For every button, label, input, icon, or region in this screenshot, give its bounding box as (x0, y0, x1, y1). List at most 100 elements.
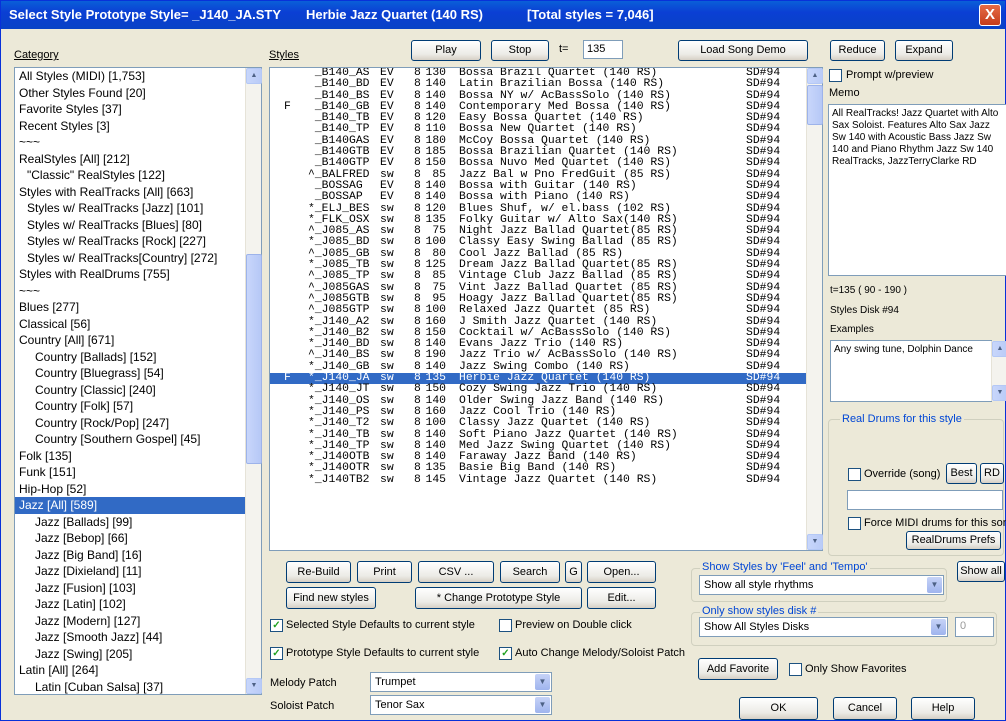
chevron-down-icon[interactable]: ▼ (927, 577, 942, 593)
rebuild-button[interactable]: Re-Build (286, 561, 351, 583)
open-button[interactable]: Open... (587, 561, 656, 583)
proto-defaults-checkbox[interactable]: ✓ (270, 647, 283, 660)
styles-list[interactable]: _B140_AS EV 8 130 Bossa Brazil Quartet (140 … (269, 67, 823, 551)
help-button[interactable]: Help (911, 697, 975, 720)
style-row[interactable]: _BOSSAP EV 8 140 Bossa with Piano (140 RS) SD… (270, 191, 822, 203)
style-row[interactable]: *_J140TB2 sw 8 145 Vintage Jazz Quartet (140… (270, 474, 822, 486)
style-row[interactable]: _B140_BD EV 8 140 Latin Brazilian Bossa (140… (270, 78, 822, 90)
category-item[interactable]: Classical [56] (15, 316, 261, 333)
category-item[interactable]: All Styles (MIDI) [1,753] (15, 68, 261, 85)
chevron-down-icon[interactable]: ▼ (931, 619, 946, 635)
styles-scrollbar[interactable]: ▲ ▼ (806, 68, 823, 550)
category-item[interactable]: Recent Styles [3] (15, 118, 261, 135)
category-item[interactable]: Folk [135] (15, 448, 261, 465)
category-list[interactable]: All Styles (MIDI) [1,753] Other Styles Fo… (14, 67, 262, 695)
examples-scrollbar[interactable]: ▲ ▼ (991, 341, 1006, 401)
category-item[interactable]: Jazz [Fusion] [103] (15, 580, 261, 597)
prompt-preview-checkbox[interactable] (829, 69, 842, 82)
melody-patch-select[interactable]: Trumpet ▼ (370, 672, 552, 692)
feel-tempo-select[interactable]: Show all style rhythms ▼ (699, 575, 944, 595)
close-button[interactable]: X (979, 4, 1001, 26)
category-item[interactable]: Styles w/ RealTracks [Blues] [80] (15, 217, 261, 234)
category-item[interactable]: "Classic" RealStyles [122] (15, 167, 261, 184)
category-item[interactable]: Country [Bluegrass] [54] (15, 365, 261, 382)
show-all-button[interactable]: Show all (957, 561, 1005, 582)
scroll-down-icon[interactable]: ▼ (246, 678, 262, 694)
style-row[interactable]: *_J140_JT sw 8 150 Cozy Swing Jazz Trio (140… (270, 383, 822, 395)
category-item[interactable]: Jazz [All] [589] (15, 497, 261, 514)
category-item[interactable]: Styles with RealTracks [All] [663] (15, 184, 261, 201)
g-button[interactable]: G (565, 561, 582, 583)
category-item[interactable]: Jazz [Latin] [102] (15, 596, 261, 613)
drums-name-field[interactable] (847, 490, 1003, 510)
category-item[interactable]: Funk [151] (15, 464, 261, 481)
csv-button[interactable]: CSV ... (418, 561, 494, 583)
print-button[interactable]: Print (357, 561, 412, 583)
category-item[interactable]: Styles w/ RealTracks[Country] [272] (15, 250, 261, 267)
cancel-button[interactable]: Cancel (833, 697, 897, 720)
category-item[interactable]: RealStyles [All] [212] (15, 151, 261, 168)
scroll-thumb[interactable] (807, 85, 823, 125)
only-favorites-checkbox[interactable] (789, 663, 802, 676)
category-item[interactable]: Jazz [Smooth Jazz] [44] (15, 629, 261, 646)
change-prototype-button[interactable]: * Change Prototype Style (415, 587, 582, 609)
style-row[interactable]: ^_J085GTP sw 8 100 Relaxed Jazz Quartet (85 … (270, 304, 822, 316)
chevron-down-icon[interactable]: ▼ (535, 697, 550, 713)
style-row[interactable]: *_J140OTR sw 8 135 Basie Big Band (140 RS) SD… (270, 463, 822, 475)
category-item[interactable]: Jazz [Dixieland] [11] (15, 563, 261, 580)
auto-change-checkbox[interactable]: ✓ (499, 647, 512, 660)
category-item[interactable]: Country [All] [671] (15, 332, 261, 349)
expand-button[interactable]: Expand (895, 40, 953, 61)
chevron-down-icon[interactable]: ▼ (535, 674, 550, 690)
category-item[interactable]: Country [Rock/Pop] [247] (15, 415, 261, 432)
category-item[interactable]: Hip-Hop [52] (15, 481, 261, 498)
scroll-up-icon[interactable]: ▲ (992, 341, 1006, 357)
category-item[interactable]: ~~~ (15, 134, 261, 151)
tempo-input[interactable]: 135 (583, 40, 623, 59)
override-checkbox[interactable] (848, 468, 861, 481)
best-button[interactable]: Best (946, 463, 977, 484)
category-item[interactable]: Jazz [Bebop] [66] (15, 530, 261, 547)
rd-button[interactable]: RD (980, 463, 1004, 484)
category-item[interactable]: Favorite Styles [37] (15, 101, 261, 118)
style-row[interactable]: *_J140_T2 sw 8 100 Classy Jazz Quartet (140 … (270, 417, 822, 429)
scroll-up-icon[interactable]: ▲ (807, 68, 823, 84)
category-item[interactable]: Country [Folk] [57] (15, 398, 261, 415)
force-midi-checkbox[interactable] (848, 517, 861, 530)
realdrums-prefs-button[interactable]: RealDrums Prefs (906, 531, 1001, 550)
stop-button[interactable]: Stop (491, 40, 549, 61)
category-item[interactable]: Other Styles Found [20] (15, 85, 261, 102)
find-new-styles-button[interactable]: Find new styles (286, 587, 376, 609)
category-item[interactable]: ~~~ (15, 283, 261, 300)
scroll-down-icon[interactable]: ▼ (807, 534, 823, 550)
category-item[interactable]: Country [Southern Gospel] [45] (15, 431, 261, 448)
edit-button[interactable]: Edit... (587, 587, 656, 609)
ok-button[interactable]: OK (739, 697, 818, 720)
category-item[interactable]: Jazz [Swing] [205] (15, 646, 261, 663)
category-item[interactable]: Styles with RealDrums [755] (15, 266, 261, 283)
category-item[interactable]: Latin [Cuban Salsa] [37] (15, 679, 261, 695)
category-item[interactable]: Country [Ballads] [152] (15, 349, 261, 366)
category-scrollbar[interactable]: ▲ ▼ (245, 68, 262, 694)
scroll-up-icon[interactable]: ▲ (246, 68, 262, 84)
add-favorite-button[interactable]: Add Favorite (698, 658, 778, 680)
load-song-demo-button[interactable]: Load Song Demo (678, 40, 808, 61)
category-item[interactable]: Jazz [Ballads] [99] (15, 514, 261, 531)
category-item[interactable]: Country [Classic] [240] (15, 382, 261, 399)
category-item[interactable]: Styles w/ RealTracks [Rock] [227] (15, 233, 261, 250)
play-button[interactable]: Play (411, 40, 481, 61)
soloist-patch-select[interactable]: Tenor Sax ▼ (370, 695, 552, 715)
scroll-down-icon[interactable]: ▼ (992, 385, 1006, 401)
style-row[interactable]: _B140GTP EV 8 150 Bossa Nuvo Med Quartet (14… (270, 158, 822, 170)
search-button[interactable]: Search (500, 561, 560, 583)
reduce-button[interactable]: Reduce (830, 40, 885, 61)
category-item[interactable]: Blues [277] (15, 299, 261, 316)
category-item[interactable]: Styles w/ RealTracks [Jazz] [101] (15, 200, 261, 217)
category-item[interactable]: Jazz [Big Band] [16] (15, 547, 261, 564)
preview-double-checkbox[interactable] (499, 619, 512, 632)
disk-number-input[interactable]: 0 (955, 617, 994, 637)
selected-defaults-checkbox[interactable]: ✓ (270, 619, 283, 632)
disk-filter-select[interactable]: Show All Styles Disks ▼ (699, 617, 948, 637)
category-item[interactable]: Jazz [Modern] [127] (15, 613, 261, 630)
style-row[interactable]: ^_J085_TP sw 8 85 Vintage Club Jazz Ballad (… (270, 270, 822, 282)
